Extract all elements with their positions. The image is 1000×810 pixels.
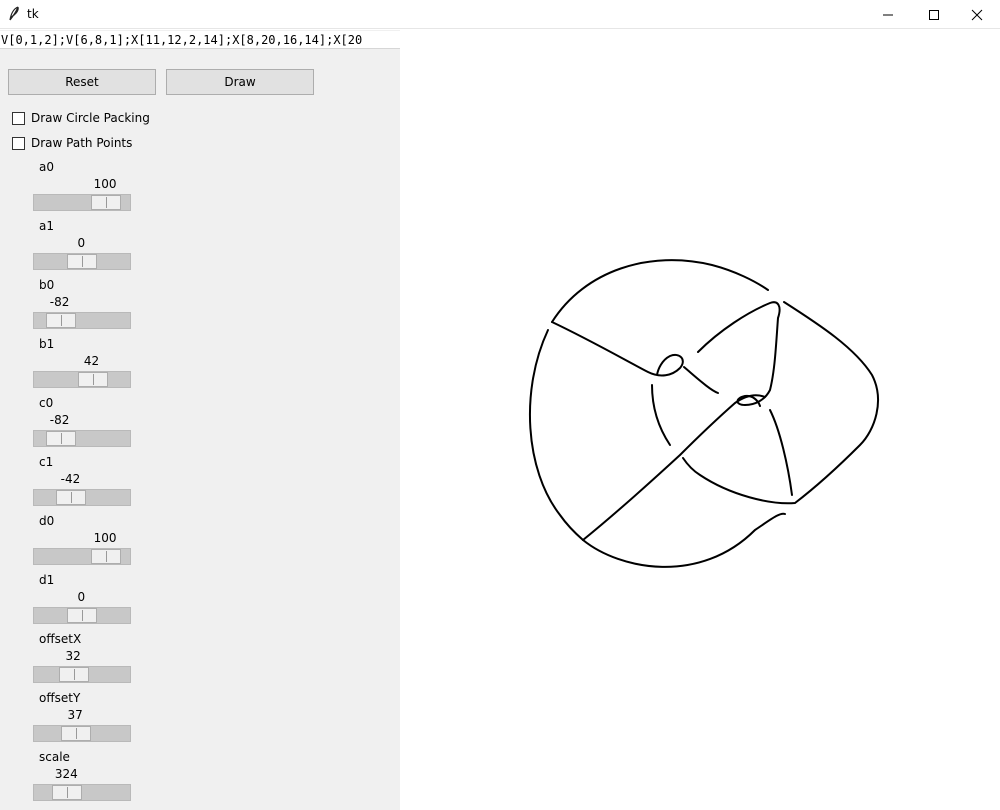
- slider-handle[interactable]: [77, 372, 108, 387]
- slider-handle[interactable]: [56, 490, 87, 505]
- slider-d1[interactable]: [33, 607, 131, 624]
- slider-handle[interactable]: [61, 726, 92, 741]
- slider-label-d0: d0: [39, 514, 55, 528]
- slider-label-b0: b0: [39, 278, 55, 292]
- slider-value-a1: 0: [77, 236, 86, 250]
- slider-offsety[interactable]: [33, 725, 131, 742]
- slider-a0[interactable]: [33, 194, 131, 211]
- slider-handle[interactable]: [45, 431, 76, 446]
- window-title: tk: [27, 7, 39, 21]
- slider-label-a1: a1: [39, 219, 54, 233]
- knot-strand: [529, 329, 584, 541]
- code-entry[interactable]: V[0,1,2];V[6,8,1];X[11,12,2,14];X[8,20,1…: [0, 31, 400, 49]
- slider-value-d0: 100: [93, 531, 117, 545]
- slider-b0[interactable]: [33, 312, 131, 329]
- knot-strand: [651, 384, 671, 446]
- slider-label-c0: c0: [39, 396, 54, 410]
- knot-strand: [697, 301, 781, 407]
- knot-strand: [582, 512, 786, 568]
- slider-label-scale: scale: [39, 750, 70, 764]
- slider-handle[interactable]: [67, 254, 98, 269]
- knot-strand: [682, 301, 879, 505]
- slider-handle[interactable]: [91, 195, 122, 210]
- slider-label-b1: b1: [39, 337, 55, 351]
- slider-handle[interactable]: [91, 549, 122, 564]
- drawing-canvas[interactable]: [400, 30, 1000, 810]
- title-bar: tk: [0, 0, 1000, 29]
- slider-c0[interactable]: [33, 430, 131, 447]
- slider-value-b0: -82: [49, 295, 70, 309]
- slider-d0[interactable]: [33, 548, 131, 565]
- draw-circle-packing-checkbox[interactable]: Draw Circle Packing: [12, 111, 150, 125]
- slider-a1[interactable]: [33, 253, 131, 270]
- checkbox-label: Draw Circle Packing: [31, 111, 150, 125]
- reset-button[interactable]: Reset: [8, 69, 156, 95]
- slider-value-c0: -82: [49, 413, 70, 427]
- slider-value-offsety: 37: [67, 708, 83, 722]
- close-button[interactable]: [954, 0, 1000, 29]
- slider-value-d1: 0: [77, 590, 86, 604]
- knot-strand: [582, 394, 766, 541]
- slider-value-a0: 100: [93, 177, 117, 191]
- minimize-button[interactable]: [865, 0, 911, 29]
- slider-value-offsetx: 32: [65, 649, 81, 663]
- checkbox-box[interactable]: [12, 111, 25, 125]
- slider-c1[interactable]: [33, 489, 131, 506]
- slider-b1[interactable]: [33, 371, 131, 388]
- checkbox-label: Draw Path Points: [31, 136, 133, 150]
- minimize-icon: [883, 14, 893, 15]
- slider-offsetx[interactable]: [33, 666, 131, 683]
- slider-label-offsety: offsetY: [39, 691, 81, 705]
- slider-handle[interactable]: [59, 667, 90, 682]
- slider-label-a0: a0: [39, 160, 54, 174]
- slider-value-b1: 42: [83, 354, 100, 368]
- close-icon: [971, 9, 983, 20]
- slider-label-c1: c1: [39, 455, 54, 469]
- draw-button[interactable]: Draw: [166, 69, 314, 95]
- slider-value-scale: 324: [54, 767, 78, 781]
- slider-label-offsetx: offsetX: [39, 632, 82, 646]
- knot-diagram: [529, 259, 879, 568]
- feather-icon: [9, 6, 19, 21]
- maximize-button[interactable]: [911, 0, 957, 29]
- slider-scale[interactable]: [33, 784, 131, 801]
- slider-label-d1: d1: [39, 573, 55, 587]
- checkbox-box[interactable]: [12, 136, 25, 150]
- slider-handle[interactable]: [52, 785, 83, 800]
- maximize-icon: [929, 9, 939, 20]
- slider-handle[interactable]: [67, 608, 98, 623]
- knot-strand: [769, 409, 793, 496]
- knot-strand: [551, 321, 684, 377]
- knot-strand: [551, 259, 769, 323]
- knot-strand: [683, 366, 719, 394]
- slider-handle[interactable]: [45, 313, 76, 328]
- draw-path-points-checkbox[interactable]: Draw Path Points: [12, 136, 132, 150]
- slider-value-c1: -42: [60, 472, 81, 486]
